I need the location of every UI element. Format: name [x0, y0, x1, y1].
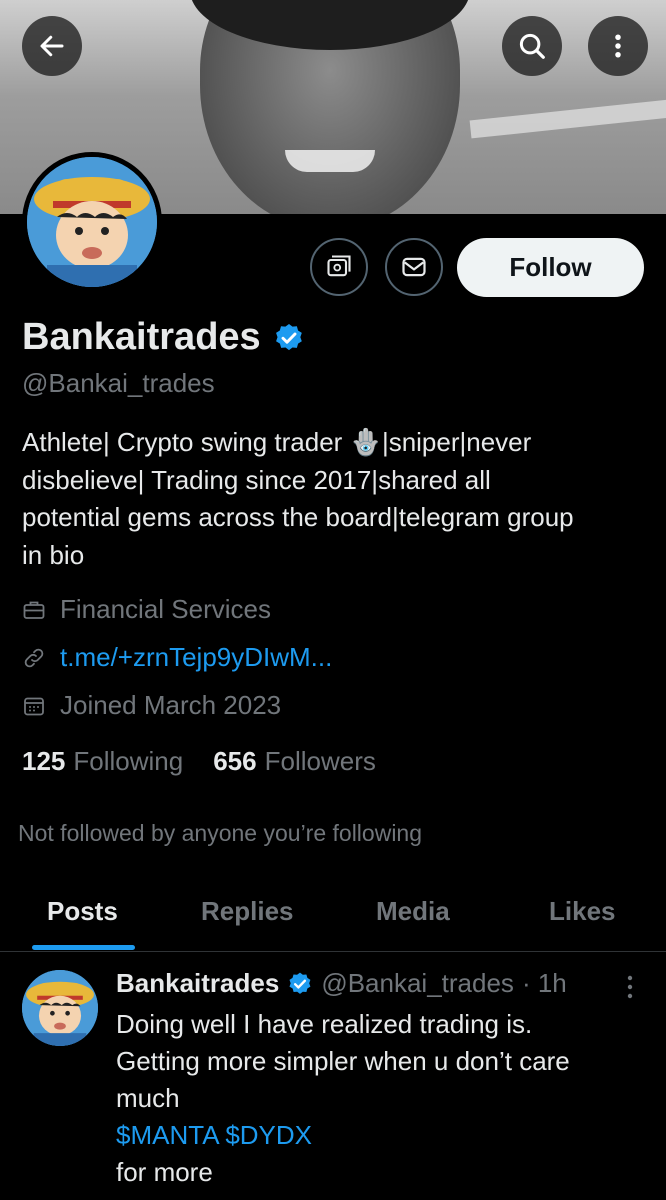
- profile-joined: Joined March 2023: [22, 690, 281, 721]
- tip-jar-icon: [327, 255, 351, 277]
- tip-button[interactable]: [310, 238, 368, 296]
- arrow-left-icon: [40, 35, 64, 57]
- more-vertical-icon: [615, 34, 621, 58]
- avatar-illustration: [22, 970, 98, 1046]
- followed-by-note: Not followed by anyone you’re following: [18, 820, 423, 846]
- back-button[interactable]: [22, 16, 82, 76]
- tab-likes[interactable]: Likes: [549, 896, 616, 927]
- post-header: Bankaitrades @Bankai_trades · 1h: [116, 968, 567, 999]
- profile-handle: @Bankai_trades: [22, 368, 215, 398]
- post-author-handle[interactable]: @Bankai_trades: [321, 968, 514, 999]
- profile-link[interactable]: t.me/+zrnTejp9yDIwM...: [60, 642, 332, 673]
- search-button[interactable]: [502, 16, 562, 76]
- more-button[interactable]: [588, 16, 648, 76]
- post-author-avatar[interactable]: [22, 970, 98, 1046]
- profile-link-row: t.me/+zrnTejp9yDIwM...: [22, 642, 332, 673]
- bio-line: potential gems across the board|telegram…: [22, 502, 574, 532]
- profile-name: Bankaitrades: [22, 316, 261, 358]
- post-line: much: [116, 1083, 180, 1113]
- followers-label: Followers: [264, 746, 376, 776]
- followers-link[interactable]: 656 Followers: [213, 746, 376, 777]
- post-line: Doing well I have realized trading is.: [116, 1009, 533, 1039]
- category-text: Financial Services: [60, 594, 271, 624]
- following-count: 125: [22, 746, 66, 776]
- profile-name-row: Bankaitrades: [22, 316, 305, 359]
- active-tab-indicator: [32, 945, 135, 950]
- post-line: Getting more simpler when u don’t care: [116, 1046, 570, 1076]
- message-button[interactable]: [385, 238, 443, 296]
- briefcase-icon: [23, 601, 45, 619]
- bio-line: Athlete| Crypto swing trader 🪬|sniper|ne…: [22, 427, 532, 457]
- following-label: Following: [73, 746, 184, 776]
- profile-category: Financial Services: [22, 594, 271, 625]
- more-vertical-icon: [627, 975, 633, 999]
- mail-icon: [402, 257, 426, 277]
- verified-badge-icon[interactable]: [273, 322, 305, 354]
- profile-stats: 125 Following 656 Followers: [22, 746, 376, 777]
- followers-count: 656: [213, 746, 257, 776]
- post-author-name[interactable]: Bankaitrades: [116, 968, 279, 999]
- tab-media[interactable]: Media: [376, 896, 450, 927]
- bio-line: in bio: [22, 539, 85, 570]
- post-more-button[interactable]: [618, 972, 642, 1002]
- post-line: for more: [116, 1157, 213, 1187]
- avatar-illustration: [27, 157, 157, 287]
- post-time: · 1h: [521, 968, 567, 998]
- banner-photo-smile: [285, 150, 375, 172]
- profile-avatar[interactable]: [22, 152, 162, 292]
- verified-badge-icon: [289, 972, 311, 994]
- joined-text: Joined March 2023: [60, 690, 282, 720]
- profile-bio: Athlete| Crypto swing trader 🪬|sniper|ne…: [22, 424, 642, 574]
- tab-replies[interactable]: Replies: [201, 896, 294, 927]
- banner-decor: [469, 99, 666, 139]
- following-link[interactable]: 125 Following: [22, 746, 183, 777]
- follow-button[interactable]: Follow: [457, 238, 644, 297]
- tab-posts[interactable]: Posts: [47, 896, 118, 927]
- search-icon: [519, 33, 545, 59]
- link-icon: [24, 648, 44, 667]
- profile-tabs: Posts Replies Media Likes: [0, 888, 666, 952]
- bio-line: disbelieve| Trading since 2017|shared al…: [22, 464, 491, 495]
- post-text: Doing well I have realized trading is. G…: [116, 1006, 646, 1191]
- post-cashtags[interactable]: $MANTA $DYDX: [116, 1117, 646, 1154]
- calendar-icon: [24, 697, 44, 715]
